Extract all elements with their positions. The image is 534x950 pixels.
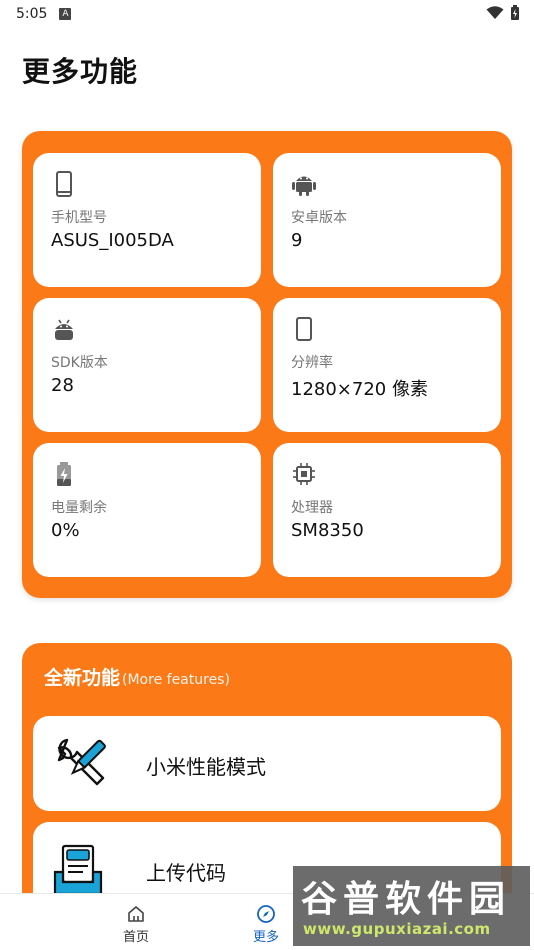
watermark-url: www.gupuxiazai.com bbox=[303, 920, 491, 938]
feature-label: 上传代码 bbox=[146, 861, 226, 885]
status-bar: 5:05 A bbox=[0, 0, 534, 28]
sdk-version-label: SDK版本 bbox=[51, 355, 108, 371]
wifi-icon bbox=[486, 6, 504, 19]
upload-doc-icon bbox=[53, 844, 103, 896]
battery-status-icon bbox=[511, 5, 519, 20]
tile-phone-model: 手机型号 ASUS_I005DA bbox=[33, 153, 261, 287]
tile-battery: 电量剩余 0% bbox=[33, 443, 261, 577]
sdk-version-value: 28 bbox=[51, 375, 74, 396]
tile-sdk-version: SDK版本 28 bbox=[33, 298, 261, 432]
nav-more[interactable]: 更多 bbox=[236, 904, 296, 945]
android-icon bbox=[292, 176, 316, 196]
battery-label: 电量剩余 bbox=[51, 500, 107, 516]
feature-label: 小米性能模式 bbox=[146, 755, 266, 779]
phone-model-label: 手机型号 bbox=[51, 210, 107, 226]
features-title: 全新功能 bbox=[44, 667, 121, 689]
features-header: 全新功能 (More features) bbox=[44, 663, 230, 690]
home-icon bbox=[128, 906, 144, 922]
tools-icon bbox=[57, 738, 106, 786]
android-version-value: 9 bbox=[291, 230, 303, 251]
status-time: 5:05 bbox=[16, 6, 48, 22]
status-icons bbox=[486, 5, 520, 21]
phone-model-value: ASUS_I005DA bbox=[51, 230, 174, 251]
page-title: 更多功能 bbox=[22, 55, 139, 88]
android-version-label: 安卓版本 bbox=[291, 210, 347, 226]
screen-icon bbox=[296, 317, 312, 341]
nav-home[interactable]: 首页 bbox=[106, 904, 166, 945]
battery-value: 0% bbox=[51, 520, 80, 541]
watermark-title: 谷普软件园 bbox=[301, 879, 512, 920]
resolution-value: 1280×720 像素 bbox=[291, 379, 428, 400]
phone-icon bbox=[56, 171, 72, 197]
cpu-icon bbox=[293, 463, 315, 485]
watermark: 谷普软件园 www.gupuxiazai.com bbox=[293, 866, 530, 946]
notification-a-icon: A bbox=[59, 8, 72, 20]
nav-home-label: 首页 bbox=[122, 930, 149, 945]
tile-processor: 处理器 SM8350 bbox=[273, 443, 501, 577]
feature-xiaomi-performance[interactable]: 小米性能模式 bbox=[33, 716, 501, 811]
device-info-card: 手机型号 ASUS_I005DA 安卓版本 9 SDK版本 28 分辨率 128… bbox=[22, 131, 512, 598]
compass-icon bbox=[257, 905, 275, 923]
android-head-icon bbox=[55, 319, 73, 340]
processor-value: SM8350 bbox=[291, 520, 364, 541]
processor-label: 处理器 bbox=[291, 500, 333, 516]
battery-icon bbox=[57, 462, 71, 486]
resolution-label: 分辨率 bbox=[291, 355, 333, 371]
features-subtitle: (More features) bbox=[122, 672, 230, 688]
tile-resolution: 分辨率 1280×720 像素 bbox=[273, 298, 501, 432]
nav-more-label: 更多 bbox=[252, 930, 279, 945]
tile-android-version: 安卓版本 9 bbox=[273, 153, 501, 287]
